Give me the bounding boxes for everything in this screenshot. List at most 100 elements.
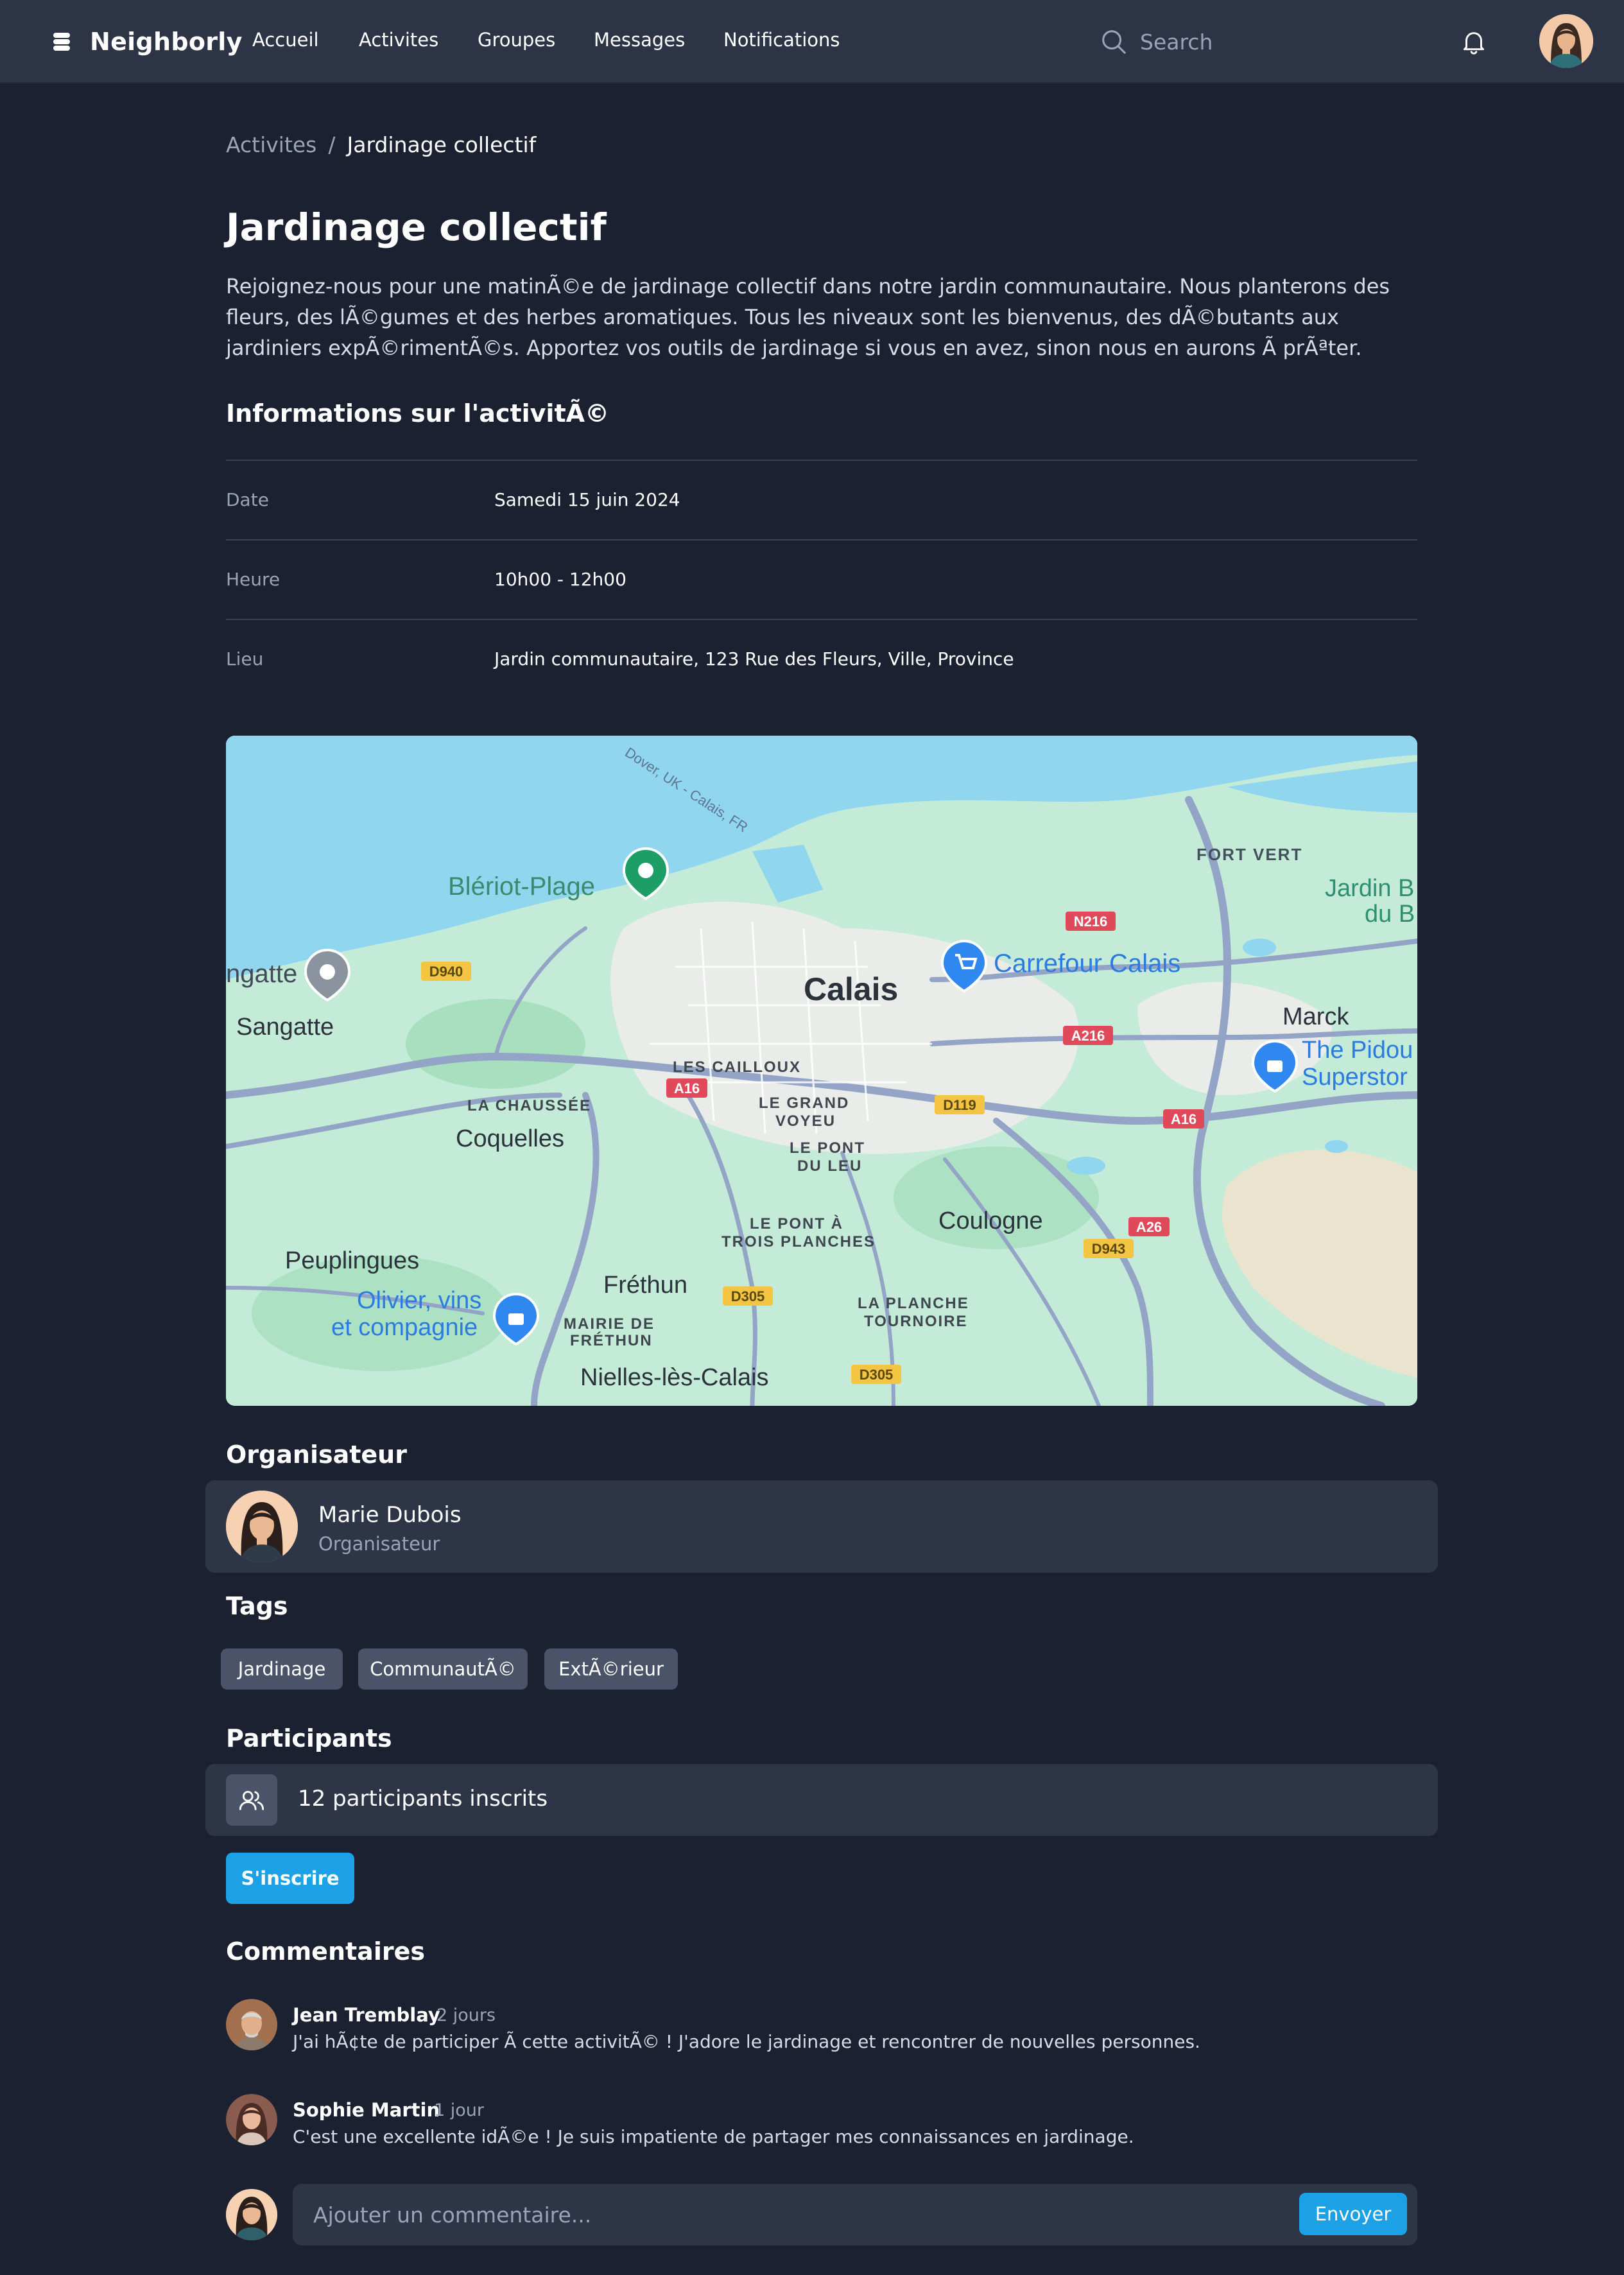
participants-card[interactable]: 12 participants inscrits <box>205 1764 1438 1836</box>
activity-description: Rejoignez-nous pour une matinÃ©e de jard… <box>226 274 1390 360</box>
tag-chip[interactable]: Jardinage <box>221 1648 343 1690</box>
map-canvas[interactable]: Dover, UK - Calais, FR FORT VERT Jardin … <box>226 736 1417 1406</box>
comments-heading: Commentaires <box>226 1937 425 1966</box>
comment-composer: Envoyer <box>293 2184 1417 2245</box>
map-label-voyeu: VOYEU <box>775 1112 836 1130</box>
user-avatar[interactable] <box>1539 14 1593 68</box>
map-label-nielles: Nielles-lès-Calais <box>580 1364 769 1391</box>
road-label-n216: N216 <box>1074 913 1108 930</box>
stack-logo-icon <box>48 28 76 56</box>
breadcrumb-separator: / <box>328 132 336 157</box>
composer-avatar <box>226 2189 277 2240</box>
search-icon <box>1102 30 1126 54</box>
users-icon <box>226 1774 277 1826</box>
page-title: Jardinage collectif <box>226 205 607 249</box>
map-label-carrefour: Carrefour Calais <box>994 949 1180 978</box>
map-label-frethun: Fréthun <box>603 1272 687 1299</box>
road-label-a16-west: A16 <box>674 1080 700 1096</box>
join-activity-button[interactable]: S'inscrire <box>226 1853 354 1904</box>
brand-logo[interactable]: Neighborly <box>48 24 243 59</box>
info-value: 10h00 - 12h00 <box>494 569 626 590</box>
comment-avatar[interactable] <box>226 1999 277 2050</box>
map-label-les-cailloux: LES CAILLOUX <box>673 1059 801 1076</box>
map-label-calais: Calais <box>804 971 898 1007</box>
tags-heading: Tags <box>226 1592 288 1620</box>
info-row-date: Date Samedi 15 juin 2024 <box>226 460 1417 539</box>
breadcrumb-current: Jardinage collectif <box>347 132 537 157</box>
organizer-role: Organisateur <box>318 1533 440 1555</box>
comment-time: 2 jours <box>436 2005 496 2025</box>
nav-link-messages[interactable]: Messages <box>594 29 685 51</box>
map-label-coulogne: Coulogne <box>938 1207 1043 1234</box>
comment-author[interactable]: Sophie Martin <box>293 2099 440 2121</box>
road-label-d943: D943 <box>1092 1241 1126 1257</box>
tag-chip[interactable]: ExtÃ©rieur <box>544 1648 678 1690</box>
comment-author[interactable]: Jean Tremblay <box>293 2004 440 2026</box>
road-label-a16-east: A16 <box>1171 1111 1196 1127</box>
nav-link-activites[interactable]: Activites <box>359 29 438 51</box>
activity-info-table: Date Samedi 15 juin 2024 Heure 10h00 - 1… <box>226 460 1417 698</box>
road-label-d305-south: D305 <box>860 1367 894 1383</box>
map-label-marck: Marck <box>1283 1003 1349 1030</box>
map-label-coquelles: Coquelles <box>456 1125 564 1152</box>
organizer-heading: Organisateur <box>226 1440 407 1469</box>
brand-name: Neighborly <box>90 28 243 56</box>
info-row-location: Lieu Jardin communautaire, 123 Rue des F… <box>226 619 1417 698</box>
map-label-du-leu: DU LEU <box>797 1157 862 1175</box>
map-label-le-pont-a: LE PONT À <box>750 1215 843 1233</box>
organizer-name: Marie Dubois <box>318 1502 462 1528</box>
notification-bell-icon[interactable] <box>1459 27 1489 56</box>
map-label-la-planche: LA PLANCHE <box>858 1295 969 1312</box>
map-label-le-grand: LE GRAND <box>759 1094 849 1112</box>
map-label-sangatte: Sangatte <box>236 1014 334 1041</box>
top-navbar: Neighborly Accueil Activites Groupes Mes… <box>0 0 1624 83</box>
map-label-jardin: Jardin B <box>1325 875 1414 902</box>
map-label-pidou-2: Superstor <box>1302 1064 1408 1091</box>
info-heading: Informations sur l'activitÃ© <box>226 399 610 428</box>
map-label-mairie-2: FRÉTHUN <box>570 1331 653 1349</box>
road-label-d119: D119 <box>943 1097 976 1113</box>
breadcrumb-link-activites[interactable]: Activites <box>226 132 316 157</box>
info-label: Heure <box>226 569 281 590</box>
map-label-bleriot: Blériot-Plage <box>448 872 595 901</box>
road-label-a26: A26 <box>1136 1219 1162 1235</box>
map-label-le-pont: LE PONT <box>790 1139 865 1157</box>
map-label-la-chaussee: LA CHAUSSÉE <box>467 1096 591 1114</box>
map-label-pidou: The Pidou <box>1302 1037 1413 1064</box>
road-label-d305-north: D305 <box>731 1288 765 1304</box>
nav-link-groupes[interactable]: Groupes <box>478 29 555 51</box>
map-label-sangatte-pin: ngatte <box>226 960 297 988</box>
participants-heading: Participants <box>226 1724 392 1752</box>
map-label-jardin-2: du B <box>1365 901 1415 928</box>
nav-link-accueil[interactable]: Accueil <box>252 29 319 51</box>
map-label-fort-vert: FORT VERT <box>1196 845 1302 864</box>
map-label-olivier-2: et compagnie <box>331 1314 478 1341</box>
map-label-mairie: MAIRIE DE <box>564 1315 655 1333</box>
comment-time: 1 jour <box>434 2100 484 2120</box>
info-row-time: Heure 10h00 - 12h00 <box>226 539 1417 619</box>
tag-chip[interactable]: CommunautÃ© <box>358 1648 528 1690</box>
organizer-card[interactable]: Marie Dubois Organisateur <box>205 1480 1438 1573</box>
comment-avatar[interactable] <box>226 2094 277 2145</box>
location-map[interactable]: Dover, UK - Calais, FR FORT VERT Jardin … <box>226 736 1417 1406</box>
search-bar[interactable] <box>1099 24 1420 59</box>
map-label-peuplingues: Peuplingues <box>285 1247 419 1274</box>
info-label: Lieu <box>226 648 264 670</box>
comment-item: Sophie Martin 1 jour C'est une excellent… <box>226 2094 1420 2158</box>
organizer-avatar <box>226 1491 298 1562</box>
map-label-tournoire: TOURNOIRE <box>864 1313 968 1330</box>
breadcrumb: Activites / Jardinage collectif <box>226 132 536 157</box>
search-input[interactable] <box>1140 29 1397 55</box>
info-label: Date <box>226 489 269 510</box>
road-label-d940: D940 <box>429 964 463 980</box>
comment-item: Jean Tremblay 2 jours J'ai hÃ¢te de part… <box>226 1999 1420 2063</box>
map-label-olivier: Olivier, vins <box>357 1287 481 1314</box>
participants-count: 12 participants inscrits <box>298 1786 548 1812</box>
comment-text: C'est une excellente idÃ©e ! Je suis imp… <box>293 2126 1134 2147</box>
comment-text: J'ai hÃ¢te de participer Ã cette activit… <box>293 2031 1200 2052</box>
comment-input[interactable] <box>313 2198 1212 2231</box>
nav-link-notifications[interactable]: Notifications <box>723 29 840 51</box>
send-comment-button[interactable]: Envoyer <box>1299 2193 1407 2235</box>
info-value: Jardin communautaire, 123 Rue des Fleurs… <box>494 648 1014 670</box>
info-value: Samedi 15 juin 2024 <box>494 489 680 510</box>
